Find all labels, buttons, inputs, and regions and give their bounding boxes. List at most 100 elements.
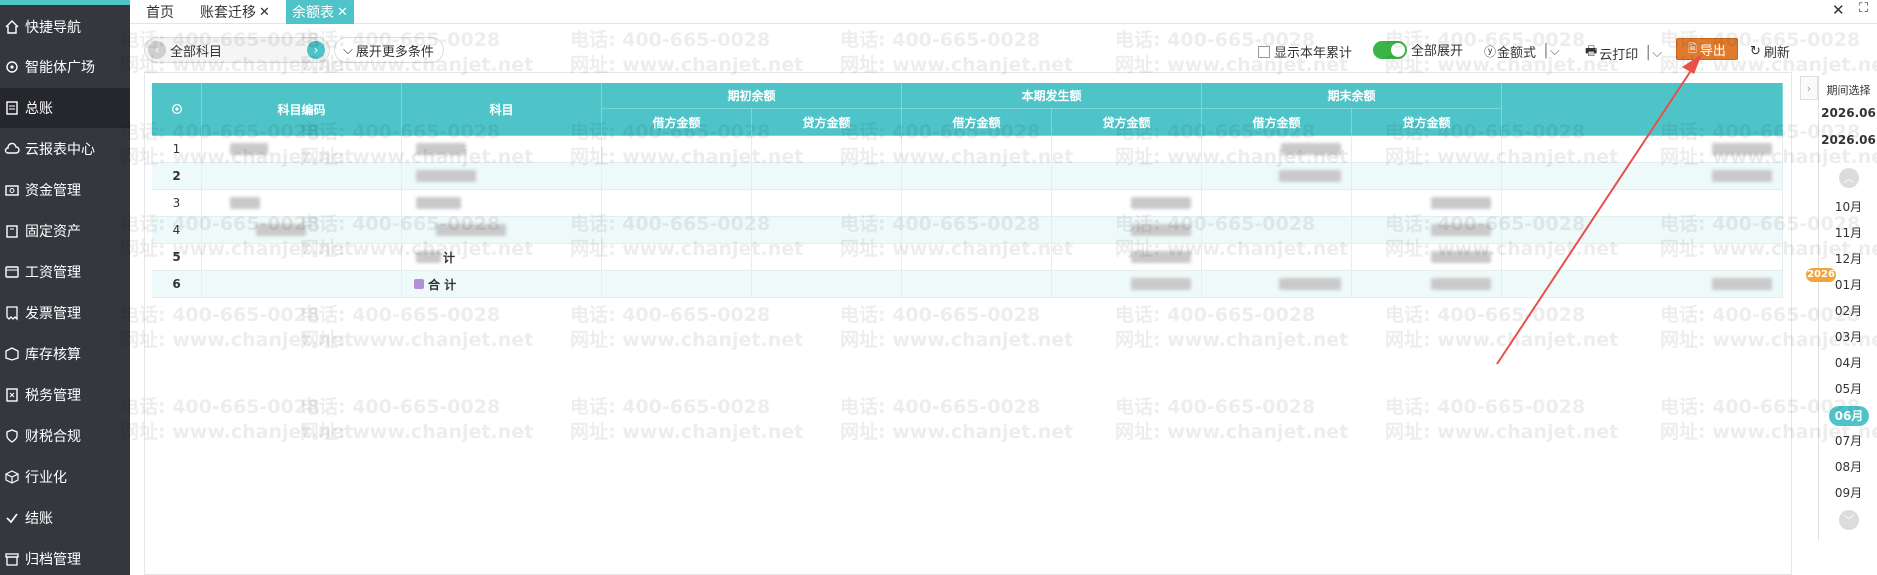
sidebar-item[interactable]: 快捷导航 — [0, 7, 130, 47]
gear-icon — [2, 57, 22, 77]
redacted-value — [1279, 278, 1341, 290]
close-icon[interactable]: ✕ — [259, 5, 270, 20]
export-button[interactable]: 🗎 导出 — [1676, 38, 1738, 60]
sidebar-item[interactable]: 行业化 — [0, 457, 130, 497]
period-title: 期间选择 — [1826, 84, 1871, 97]
tab-home[interactable]: 首页 — [140, 0, 180, 24]
sidebar-item[interactable]: 归档管理 — [0, 539, 130, 575]
sidebar-item-label: 资金管理 — [25, 183, 81, 199]
scroll-down-icon[interactable]: ﹀ — [1839, 510, 1859, 530]
expand-more-conditions-button[interactable]: ⌵ 展开更多条件 — [334, 37, 444, 63]
subject-text: 合 计 — [428, 277, 457, 292]
row-number: 3 — [152, 190, 202, 217]
month-option[interactable]: 06月 — [1829, 406, 1869, 426]
sidebar-item[interactable]: 总账 — [0, 88, 130, 128]
redacted-value — [1712, 143, 1772, 155]
header-debit: 借方金额 — [602, 109, 752, 136]
sidebar-item[interactable]: 财税合规 — [0, 416, 130, 456]
amount-format-dropdown[interactable]: ⓨ 金额式 │⌵ — [1484, 42, 1560, 61]
export-icon: 🗎 — [1688, 41, 1697, 55]
inventory-icon — [2, 344, 22, 364]
sidebar-item[interactable]: 结账 — [0, 498, 130, 538]
next-subject-icon[interactable]: › — [307, 41, 325, 59]
period-end[interactable]: 2026.06 — [1819, 133, 1877, 147]
table-cell — [1202, 190, 1352, 217]
refresh-label: 刷新 — [1763, 46, 1790, 61]
fullscreen-icon[interactable]: ⛶ — [1859, 1, 1868, 16]
subject-select[interactable]: ‹ 全部科目 › — [144, 37, 330, 63]
header-filler — [1502, 83, 1783, 136]
chevron-down-icon[interactable]: │⌵ — [1542, 44, 1560, 59]
cloud-print-dropdown[interactable]: 🖶 云打印 │⌵ — [1585, 42, 1662, 64]
sidebar-item-label: 结账 — [25, 511, 53, 527]
column-settings-header[interactable] — [152, 83, 202, 136]
archive-icon — [2, 549, 22, 569]
table-cell — [1352, 136, 1502, 163]
table-cell: 计 — [402, 244, 602, 271]
table-cell — [1052, 190, 1202, 217]
close-icon[interactable]: ✕ — [337, 5, 348, 20]
refresh-button[interactable]: ↻ 刷新 — [1750, 42, 1790, 61]
show-ytd-checkbox[interactable]: 显示本年累计 — [1258, 42, 1352, 61]
table-cell — [602, 244, 752, 271]
period-selector: 期间选择 2026.06 2026.06 ︿ ﹀ 10月 11月 12月 01月 02月… — [1818, 76, 1877, 541]
sidebar-item[interactable]: 资金管理 — [0, 170, 130, 210]
month-option[interactable]: 05月 — [1819, 380, 1877, 397]
tab-balance-sheet[interactable]: 余额表 ✕ — [286, 0, 354, 24]
period-start[interactable]: 2026.06 — [1819, 106, 1877, 120]
table-cell — [402, 136, 602, 163]
checkbox-box[interactable] — [1258, 45, 1270, 58]
month-option[interactable]: 10月 — [1819, 198, 1877, 215]
month-option[interactable]: 08月 — [1819, 458, 1877, 475]
collapse-period-panel-icon[interactable]: › — [1800, 76, 1818, 100]
month-option[interactable]: 04月 — [1819, 354, 1877, 371]
sidebar: 快捷导航 智能体广场 总账 云报表中心资金管理固定资产 工资管理 发票管理 库存核算 税务管理… — [0, 0, 130, 575]
redacted-value — [1281, 143, 1341, 155]
month-option[interactable]: 07月 — [1819, 432, 1877, 449]
sidebar-item[interactable]: 发票管理 — [0, 293, 130, 333]
redacted-value — [1431, 251, 1491, 263]
table-cell — [752, 163, 902, 190]
expand-all-toggle[interactable]: 全部展开 — [1373, 40, 1463, 59]
table-cell — [1202, 244, 1352, 271]
sidebar-item[interactable]: 工资管理 — [0, 252, 130, 292]
app-window: 快捷导航 智能体广场 总账 云报表中心资金管理固定资产 工资管理 发票管理 库存核算 税务管理… — [0, 0, 1877, 575]
table-cell — [602, 271, 752, 298]
tab-account-migration[interactable]: 账套迁移 ✕ — [194, 0, 276, 24]
table-cell — [202, 190, 402, 217]
window-close-icon[interactable]: ✕ — [1832, 1, 1845, 19]
table-cell — [1202, 136, 1352, 163]
header-subject: 科目 — [402, 83, 602, 136]
table-cell — [402, 190, 602, 217]
sidebar-item[interactable]: 固定资产 — [0, 211, 130, 251]
table-cell — [1502, 217, 1783, 244]
table-cell — [202, 271, 402, 298]
gear-icon[interactable] — [170, 102, 184, 116]
table-cell — [1352, 163, 1502, 190]
month-option[interactable]: 09月 — [1819, 484, 1877, 501]
table-cell — [752, 190, 902, 217]
invoice-icon — [2, 303, 22, 323]
month-option[interactable]: 11月 — [1819, 224, 1877, 241]
sidebar-item[interactable]: 智能体广场 — [0, 47, 130, 87]
month-option[interactable]: 03月 — [1819, 328, 1877, 345]
sidebar-item[interactable]: 云报表中心 — [0, 129, 130, 169]
table-cell — [1052, 163, 1202, 190]
table-cell — [1052, 136, 1202, 163]
table-cell — [1352, 271, 1502, 298]
chevron-down-icon[interactable]: │⌵ — [1644, 46, 1662, 61]
sidebar-item[interactable]: 税务管理 — [0, 375, 130, 415]
sidebar-item-label: 财税合规 — [25, 429, 81, 445]
compliance-icon — [2, 426, 22, 446]
toggle-switch[interactable] — [1373, 40, 1407, 59]
sidebar-item-label: 行业化 — [25, 470, 67, 486]
table-cell — [1202, 217, 1352, 244]
redacted-value — [1279, 170, 1341, 182]
month-option[interactable]: 12月 — [1819, 250, 1877, 267]
sidebar-item[interactable]: 库存核算 — [0, 334, 130, 374]
prev-subject-icon[interactable]: ‹ — [148, 41, 166, 59]
scroll-up-icon[interactable]: ︿ — [1839, 168, 1859, 188]
month-option[interactable]: 02月 — [1819, 302, 1877, 319]
table-cell — [752, 217, 902, 244]
table-cell — [202, 136, 402, 163]
